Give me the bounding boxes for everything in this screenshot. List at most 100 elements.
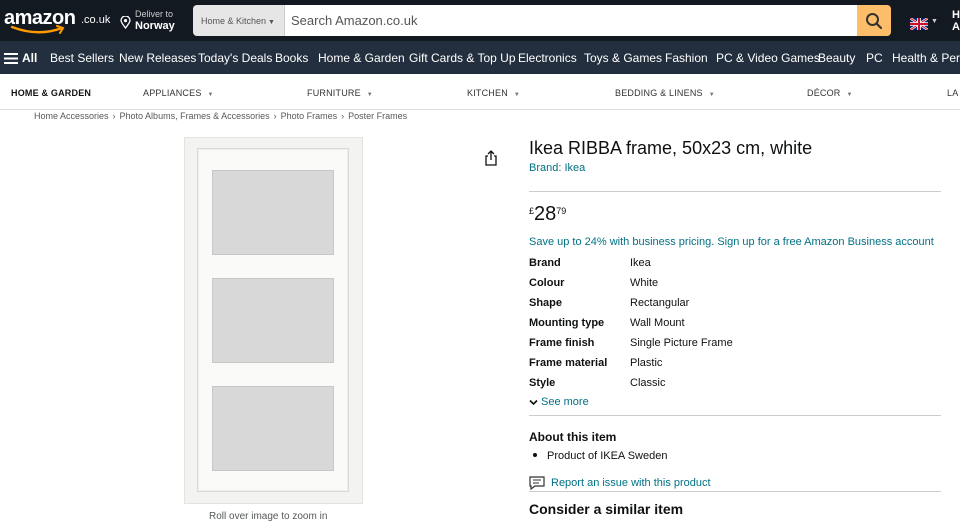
category-subnav: HOME & GARDEN APPLIANCES ▼ FURNITURE ▼ KIT… [0, 74, 960, 110]
spec-value: Single Picture Frame [630, 337, 733, 349]
nav-gift-cards[interactable]: Gift Cards & Top Up [409, 51, 516, 65]
breadcrumb-item[interactable]: Poster Frames [348, 111, 407, 121]
nav-toys-games[interactable]: Toys & Games [584, 51, 662, 65]
subnav-home-garden[interactable]: HOME & GARDEN [11, 88, 91, 98]
nav-all[interactable]: All [22, 51, 37, 65]
similar-heading: Consider a similar item [529, 501, 684, 517]
amazon-logo[interactable]: amazon .co.uk [4, 6, 110, 36]
spec-row: Colour White [529, 277, 941, 297]
subnav-furniture-label: FURNITURE [307, 88, 361, 98]
spec-key: Frame finish [529, 337, 595, 349]
uk-flag-icon [909, 17, 929, 31]
search-input[interactable] [285, 5, 857, 36]
deliver-to-country: Norway [135, 20, 175, 32]
frame-pane [212, 278, 334, 363]
share-icon[interactable] [484, 150, 498, 166]
report-issue-label: Report an issue with this product [551, 476, 711, 489]
spec-key: Shape [529, 297, 563, 309]
subnav-bedding-label: BEDDING & LINENS [615, 88, 703, 98]
spec-value: Plastic [630, 357, 663, 369]
product-title: Ikea RIBBA frame, 50x23 cm, white [529, 138, 813, 158]
frame-pane [212, 386, 334, 471]
search-bar: Home & Kitchen ▼ [193, 5, 891, 36]
nav-home-garden[interactable]: Home & Garden [318, 51, 405, 65]
spec-value: Ikea [630, 257, 651, 269]
price-fraction: 79 [556, 206, 567, 216]
hamburger-menu-icon[interactable] [4, 53, 18, 64]
account-initials: H A [952, 9, 960, 33]
subnav-overflow[interactable]: LA [947, 88, 958, 98]
caret-down-icon: ▼ [268, 19, 275, 26]
price: £2879 [529, 203, 566, 226]
about-bullet-text: Product of IKEA Sweden [547, 450, 668, 462]
caret-down-icon: ▼ [708, 92, 715, 98]
spec-row: Style Classic [529, 377, 941, 397]
report-issue-link[interactable]: Report an issue with this product [529, 476, 711, 491]
divider [529, 415, 941, 416]
subnav-decor-label: DÉCOR [807, 88, 841, 98]
nav-beauty[interactable]: Beauty [818, 51, 855, 65]
breadcrumb-separator: › [273, 111, 277, 121]
subnav-furniture[interactable]: FURNITURE ▼ [307, 88, 373, 98]
spec-row: Mounting type Wall Mount [529, 317, 941, 337]
nav-health[interactable]: Health & Perso [892, 51, 960, 65]
spec-row: Frame material Plastic [529, 357, 941, 377]
nav-best-sellers[interactable]: Best Sellers [50, 51, 114, 65]
frame-pane [212, 170, 334, 255]
nav-pc-video-games[interactable]: PC & Video Games [716, 51, 820, 65]
breadcrumb-item[interactable]: Home Accessories [34, 111, 109, 121]
spec-row: Shape Rectangular [529, 297, 941, 317]
nav-fashion[interactable]: Fashion [665, 51, 708, 65]
subnav-decor[interactable]: DÉCOR ▼ [807, 88, 853, 98]
main-nav: All Best Sellers New Releases Today's De… [0, 41, 960, 74]
breadcrumb-item[interactable]: Photo Frames [281, 111, 338, 121]
see-more-link[interactable]: See more [529, 396, 589, 408]
search-icon [866, 13, 883, 30]
search-category-select[interactable]: Home & Kitchen ▼ [193, 5, 285, 36]
subnav-appliances-label: APPLIANCES [143, 88, 202, 98]
bullet-dot [533, 453, 537, 458]
divider [529, 191, 941, 192]
deliver-to[interactable]: Deliver to Norway [120, 7, 190, 35]
subnav-kitchen-label: KITCHEN [467, 88, 508, 98]
caret-down-icon: ▼ [513, 92, 521, 98]
language-selector[interactable]: ▼ [909, 17, 938, 35]
business-pricing-link[interactable]: Save up to 24% with business pricing. Si… [529, 236, 934, 248]
spec-value: Wall Mount [630, 317, 685, 329]
smile-arrow-icon [10, 25, 65, 34]
caret-down-icon: ▼ [366, 92, 373, 98]
zoom-hint: Roll over image to zoom in [209, 511, 328, 522]
divider [529, 491, 941, 492]
spec-key: Brand [529, 257, 561, 269]
spec-row: Brand Ikea [529, 257, 941, 277]
subnav-kitchen[interactable]: KITCHEN ▼ [467, 88, 520, 98]
subnav-appliances[interactable]: APPLIANCES ▼ [143, 88, 214, 98]
nav-todays-deals[interactable]: Today's Deals [198, 51, 272, 65]
spec-key: Mounting type [529, 317, 605, 329]
breadcrumb: Home Accessories › Photo Albums, Frames & … [34, 111, 407, 121]
spec-value: White [630, 277, 659, 289]
brand-link[interactable]: Brand: Ikea [529, 162, 585, 174]
nav-pc[interactable]: PC [866, 51, 883, 65]
caret-down-icon: ▼ [846, 92, 853, 98]
account-menu[interactable]: H A [952, 9, 960, 33]
spec-value: Rectangular [630, 297, 690, 309]
breadcrumb-separator: › [112, 111, 116, 121]
deliver-to-label: Deliver to [135, 9, 174, 19]
breadcrumb-item[interactable]: Photo Albums, Frames & Accessories [120, 111, 270, 121]
nav-books[interactable]: Books [275, 51, 308, 65]
report-flag-icon [529, 476, 545, 491]
nav-new-releases[interactable]: New Releases [119, 51, 196, 65]
spec-key: Frame material [529, 357, 608, 369]
location-pin-icon [120, 16, 131, 29]
spec-key: Style [529, 377, 556, 389]
subnav-bedding-linens[interactable]: BEDDING & LINENS ▼ [615, 88, 715, 98]
spec-row: Frame finish Single Picture Frame [529, 337, 941, 357]
chevron-down-icon [529, 399, 538, 405]
spec-value: Classic [630, 377, 666, 389]
search-button[interactable] [857, 5, 891, 36]
nav-electronics[interactable]: Electronics [518, 51, 577, 65]
spec-key: Colour [529, 277, 565, 289]
price-whole: 28 [534, 203, 557, 225]
price-currency: £ [529, 206, 535, 216]
